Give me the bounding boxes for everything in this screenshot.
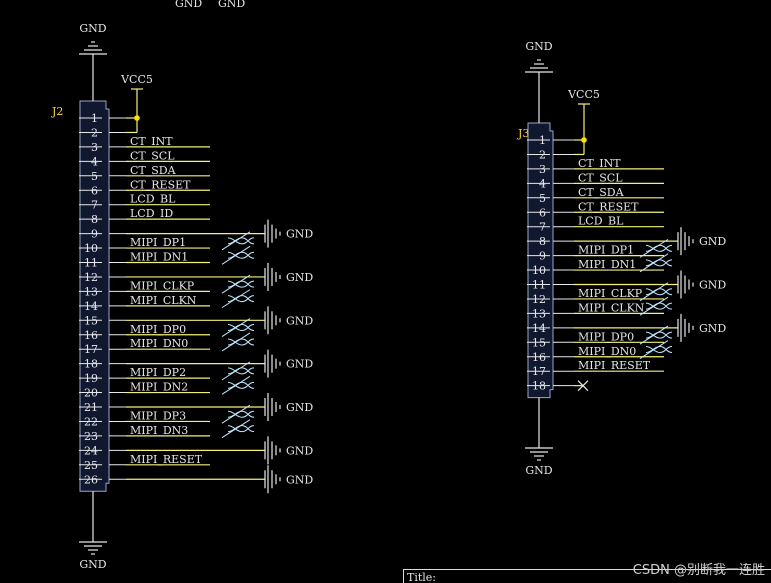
j2-gnd-symbol-6-label: GND (286, 473, 313, 486)
top-gnd-label: GND (175, 0, 202, 10)
j2-vcc-label: VCC5 (120, 73, 153, 86)
j3-pair-16-marker-slash (639, 340, 669, 359)
j2-net-8-label: LCD_ID (130, 207, 173, 220)
watermark: CSDN @别断我一连胜 (632, 563, 765, 578)
j3-vcc-label: VCC5 (567, 88, 600, 101)
j3-gnd-bottom-label: GND (525, 464, 552, 477)
j2-net-23-label: MIPI_DN3 (130, 424, 188, 437)
j2-gnd-symbol-1-label: GND (286, 271, 313, 284)
j2-gnd-symbol-0-label: GND (286, 228, 313, 241)
j2-pair-20-marker-slash (221, 375, 251, 395)
j2-net-4-label: CT_SCL (130, 149, 175, 162)
j3-net-17-label: MIPI_RESET (578, 359, 651, 372)
j2-net-3-label: CT_INT (130, 135, 173, 148)
j2-net-14-label: MIPI_CLKN (130, 294, 197, 307)
j3-pair-12-marker-slash (639, 282, 669, 302)
j2-pair-16-marker-slash (221, 318, 251, 337)
j2-net-6-label: CT_RESET (130, 178, 191, 191)
j2-pair-17-marker-slash (221, 332, 251, 352)
j2-gnd-bottom-label: GND (79, 558, 106, 571)
top-gnd-label: GND (218, 0, 245, 10)
j3-pair-15-marker-slash (639, 325, 669, 345)
j3-net-7-label: LCD_BL (578, 215, 624, 228)
j3-gnd-top-label: GND (525, 40, 552, 53)
j2-net-10-label: MIPI_DP1 (130, 236, 186, 249)
j3-net-6-label: CT_RESET (578, 200, 639, 213)
j2-net-17-label: MIPI_DN0 (130, 337, 188, 350)
title-block-label: Title: (407, 571, 437, 583)
j3-net-10-label: MIPI_DN1 (578, 258, 636, 271)
j2-pair-23-marker-slash (221, 419, 251, 439)
j2-net-16-label: MIPI_DP0 (130, 323, 186, 336)
j2-gnd-symbol-4-label: GND (286, 401, 313, 414)
schematic-canvas[interactable]: GNDGNDJ2GNDGND123CT_INT4CT_SCL5CT_SDA6CT… (0, 0, 771, 583)
j2-refdes: J2 (51, 105, 63, 118)
j2-pair-19-marker-slash (221, 361, 251, 381)
j2-net-22-label: MIPI_DP3 (130, 409, 186, 422)
j2-net-7-label: LCD_BL (130, 193, 176, 206)
j3-gnd-symbol-0-label: GND (699, 235, 726, 248)
j3-net-9-label: MIPI_DP1 (578, 244, 634, 257)
j2-net-20-label: MIPI_DN2 (130, 381, 188, 394)
j2-net-25-label: MIPI_RESET (130, 453, 203, 466)
j2-gnd-symbol-5-label: GND (286, 444, 313, 457)
j3-vcc-junction (581, 137, 587, 143)
j2-net-19-label: MIPI_DP2 (130, 366, 186, 379)
j2-net-11-label: MIPI_DN1 (130, 251, 188, 264)
j3-net-15-label: MIPI_DP0 (578, 330, 634, 343)
j3-net-13-label: MIPI_CLKN (578, 301, 645, 314)
j3-pair-9-marker-slash (639, 238, 669, 258)
j2-pair-14-marker-slash (221, 289, 251, 309)
j2-pair-22-marker-slash (221, 404, 251, 424)
j3-net-3-label: CT_INT (578, 157, 621, 170)
j2-gnd-symbol-3-label: GND (286, 358, 313, 371)
j3-net-12-label: MIPI_CLKP (578, 287, 643, 300)
j3-net-16-label: MIPI_DN0 (578, 345, 636, 358)
j3-gnd-symbol-2-label: GND (699, 322, 726, 335)
schematic-svg: GNDGNDJ2GNDGND123CT_INT4CT_SCL5CT_SDA6CT… (51, 0, 726, 571)
j3-gnd-symbol-1-label: GND (699, 279, 726, 292)
j3-refdes: J3 (517, 127, 529, 140)
j2-gnd-symbol-2-label: GND (286, 314, 313, 327)
j2-pair-10-marker-slash (221, 231, 251, 251)
j2-net-5-label: CT_SDA (130, 164, 177, 177)
j2-vcc-junction (134, 115, 140, 121)
j2-pair-13-marker-slash (221, 274, 251, 294)
j3-pair-10-marker-slash (639, 253, 669, 273)
j2-gnd-top-label: GND (79, 22, 106, 35)
j3-net-5-label: CT_SDA (578, 186, 625, 199)
j3-net-4-label: CT_SCL (578, 171, 623, 184)
j2-net-13-label: MIPI_CLKP (130, 279, 195, 292)
j2-pair-11-marker-slash (221, 245, 251, 265)
